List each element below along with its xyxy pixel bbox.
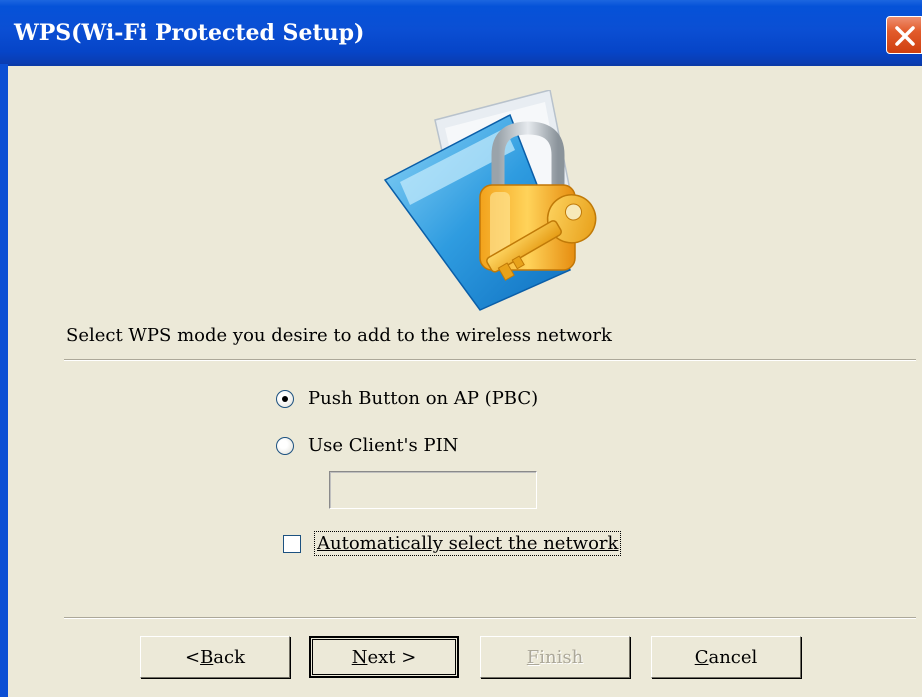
pin-input[interactable] [329, 471, 537, 509]
auto-select-checkbox[interactable] [283, 534, 301, 553]
auto-select-row[interactable]: Automatically select the network [283, 531, 622, 556]
radio-pbc-row[interactable]: Push Button on AP (PBC) [276, 388, 538, 409]
top-divider [64, 359, 916, 361]
close-button[interactable] [886, 16, 922, 54]
finish-button: Finish [480, 636, 630, 678]
next-button[interactable]: Next > [309, 636, 459, 678]
instruction-text: Select WPS mode you desire to add to the… [66, 325, 612, 346]
title-bar[interactable]: WPS(Wi-Fi Protected Setup) [0, 0, 922, 66]
radio-pbc[interactable] [276, 389, 294, 408]
window-title: WPS(Wi-Fi Protected Setup) [14, 20, 365, 46]
radio-pin[interactable] [276, 436, 294, 455]
auto-select-label[interactable]: Automatically select the network [314, 531, 622, 556]
window-left-border [0, 64, 8, 697]
bottom-divider [64, 617, 916, 619]
radio-pin-row[interactable]: Use Client's PIN [276, 435, 458, 456]
folder-lock-key-icon [383, 90, 597, 311]
radio-pbc-label[interactable]: Push Button on AP (PBC) [308, 388, 538, 409]
wps-dialog: WPS(Wi-Fi Protected Setup) Select WPS mo… [0, 0, 922, 697]
cancel-button[interactable]: Cancel [651, 636, 801, 678]
close-icon [895, 26, 915, 46]
back-button[interactable]: < Back [140, 636, 290, 678]
radio-pin-label[interactable]: Use Client's PIN [308, 435, 458, 456]
